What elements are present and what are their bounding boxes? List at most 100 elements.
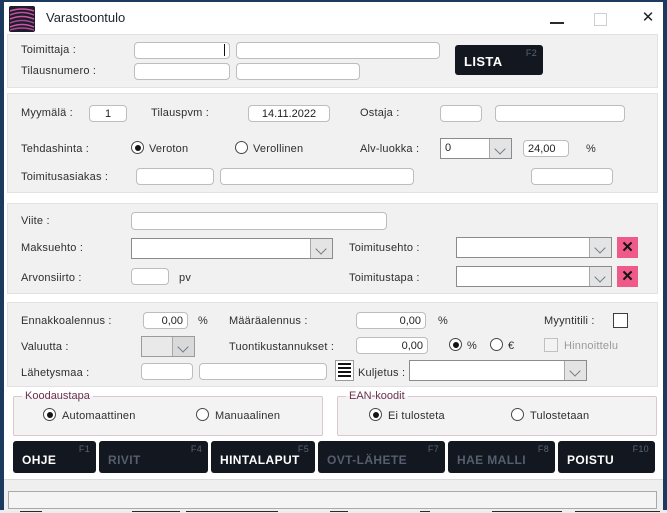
status-message-box — [8, 491, 657, 509]
lahetysmaa-name-input[interactable] — [199, 363, 327, 380]
order-panel: Myymälä : Tilauspvm : Ostaja : Tehdashin… — [7, 93, 658, 193]
toimittaja-name-input[interactable] — [236, 42, 440, 59]
tuonti-euro-label: € — [508, 340, 514, 352]
maaraalennus-input[interactable] — [356, 312, 426, 329]
arvonsiirto-label: Arvonsiirto : — [21, 272, 82, 284]
ennakkoalennus-input[interactable] — [143, 312, 188, 329]
myymala-label: Myymälä : — [21, 107, 73, 119]
tuonti-percent-radio[interactable] — [449, 338, 462, 351]
app-logo-icon — [9, 6, 35, 32]
manuaalinen-label: Manuaalinen — [215, 410, 280, 422]
chevron-down-icon[interactable] — [589, 267, 611, 286]
tuontikustannukset-input[interactable] — [356, 337, 428, 354]
tulostetaan-radio[interactable] — [511, 408, 524, 421]
toimitustapa-label: Toimitustapa : — [349, 272, 420, 284]
tuonti-euro-radio[interactable] — [490, 338, 503, 351]
veroton-label: Veroton — [149, 143, 188, 155]
chevron-down-icon[interactable] — [589, 238, 611, 257]
toimitusasiakas-extra-input[interactable] — [531, 168, 613, 185]
verollinen-label: Verollinen — [253, 143, 303, 155]
supplier-panel: Toimittaja : Tilausnumero : LISTA F2 — [7, 34, 658, 88]
tilausnumero-name-input[interactable] — [236, 63, 360, 80]
lista-button[interactable]: LISTA F2 — [455, 45, 543, 75]
veroton-radio[interactable] — [131, 141, 144, 154]
hintalaput-button[interactable]: HINTALAPUT F5 — [211, 441, 315, 473]
toimitustapa-clear-button[interactable]: ✕ — [617, 266, 638, 287]
country-list-icon[interactable] — [335, 360, 354, 381]
ei-tulosteta-label: Ei tulosteta — [388, 410, 445, 422]
tuonti-percent-label: % — [467, 340, 477, 352]
koodaustapa-legend: Koodaustapa — [22, 390, 93, 402]
rivit-button[interactable]: RIVIT F4 — [99, 441, 208, 473]
maara-percent-sign: % — [438, 315, 448, 327]
hinnoittelu-checkbox[interactable] — [544, 338, 558, 352]
chevron-down-icon[interactable] — [172, 337, 194, 356]
close-icon[interactable]: ✕ — [638, 8, 658, 28]
kuljetus-label: Kuljetus : — [358, 367, 405, 379]
toimitusehto-select[interactable] — [456, 237, 612, 258]
poistu-button[interactable]: POISTU F10 — [558, 441, 655, 473]
myyntitili-checkbox[interactable] — [613, 313, 628, 328]
hae-malli-button[interactable]: HAE MALLI F8 — [448, 441, 555, 473]
ostaja-name-input[interactable] — [495, 105, 625, 122]
tulostetaan-label: Tulostetaan — [530, 410, 589, 422]
arvonsiirto-input[interactable] — [131, 268, 169, 285]
window-title: Varastoontulo — [46, 10, 125, 25]
tilausnumero-label: Tilausnumero : — [21, 65, 96, 77]
lahetysmaa-code-input[interactable] — [141, 363, 193, 380]
chevron-down-icon[interactable] — [310, 239, 332, 258]
tilausnumero-code-input[interactable] — [134, 63, 230, 80]
tuontikustannukset-label: Tuontikustannukset : — [229, 341, 334, 353]
alv-percent-input[interactable] — [523, 140, 569, 157]
viite-input[interactable] — [131, 212, 387, 230]
lista-fkey: F2 — [526, 48, 537, 58]
ennakko-percent-sign: % — [198, 315, 208, 327]
lahetysmaa-label: Lähetysmaa : — [21, 367, 89, 379]
verollinen-radio[interactable] — [235, 141, 248, 154]
viite-label: Viite : — [21, 215, 50, 227]
tilauspvm-label: Tilauspvm : — [151, 107, 209, 119]
pv-label: pv — [179, 272, 191, 284]
myyntitili-label: Myyntitili : — [544, 315, 595, 327]
ostaja-code-input[interactable] — [440, 105, 482, 122]
chevron-down-icon[interactable] — [489, 139, 511, 158]
app-window: Varastoontulo ✕ Toimittaja : Tilausnumer… — [0, 0, 667, 510]
tehdashinta-label: Tehdashinta : — [21, 143, 89, 155]
ean-koodit-legend: EAN-koodit — [346, 390, 408, 402]
automaattinen-label: Automaattinen — [62, 410, 136, 422]
alv-percent-sign: % — [586, 143, 596, 155]
ennakkoalennus-label: Ennakkoalennus : — [21, 315, 112, 327]
valuutta-select[interactable] — [141, 336, 195, 357]
toimitusasiakas-code-input[interactable] — [136, 168, 214, 185]
costs-panel: Ennakkoalennus : % Määräalennus : % Myyn… — [7, 302, 658, 387]
toimittaja-code-input[interactable] — [134, 42, 230, 59]
valuutta-label: Valuutta : — [21, 341, 69, 353]
maksuehto-label: Maksuehto : — [21, 242, 83, 254]
myymala-input[interactable] — [89, 105, 127, 122]
minimize-icon[interactable] — [550, 22, 564, 24]
kuljetus-select[interactable] — [409, 360, 587, 381]
tilauspvm-input[interactable] — [248, 105, 330, 122]
ovt-lahete-button[interactable]: OVT-LÄHETE F7 — [318, 441, 445, 473]
title-bar[interactable]: Varastoontulo ✕ — [4, 2, 663, 32]
ei-tulosteta-radio[interactable] — [369, 408, 382, 421]
toimitusasiakas-name-input[interactable] — [220, 168, 414, 185]
text-cursor — [224, 44, 225, 56]
maksuehto-select[interactable] — [131, 238, 333, 259]
ohje-button[interactable]: OHJE F1 — [13, 441, 96, 473]
toimitusasiakas-label: Toimitusasiakas : — [21, 171, 108, 183]
hinnoittelu-label: Hinnoittelu — [564, 340, 618, 352]
manuaalinen-radio[interactable] — [196, 408, 209, 421]
automaattinen-radio[interactable] — [43, 408, 56, 421]
ostaja-label: Ostaja : — [360, 107, 400, 119]
chevron-down-icon[interactable] — [564, 361, 586, 380]
toimitusehto-clear-button[interactable]: ✕ — [617, 237, 638, 258]
maximize-icon[interactable] — [594, 13, 607, 26]
toimittaja-label: Toimittaja : — [21, 44, 76, 56]
toimitustapa-select[interactable] — [456, 266, 612, 287]
alv-luokka-select[interactable]: 0 — [440, 138, 512, 159]
toimitusehto-label: Toimitusehto : — [349, 242, 420, 254]
ean-koodit-group: EAN-koodit — [337, 390, 657, 436]
terms-panel: Viite : Maksuehto : Toimitusehto : ✕ Arv… — [7, 203, 658, 294]
alv-luokka-label: Alv-luokka : — [360, 143, 419, 155]
